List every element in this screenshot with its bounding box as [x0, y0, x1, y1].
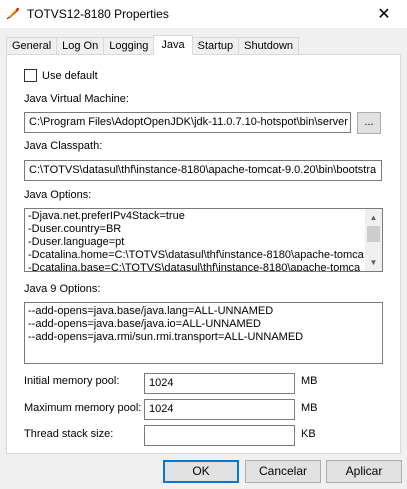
java9-option-line: --add-opens=java.base/java.lang=ALL-UNNA…: [28, 305, 274, 317]
tab-logging[interactable]: Logging: [103, 37, 155, 54]
apply-button[interactable]: Aplicar: [326, 460, 402, 483]
java-option-line: -Duser.country=BR: [28, 223, 122, 235]
cancel-button[interactable]: Cancelar: [245, 460, 321, 483]
java-option-line: -Dcatalina.base=C:\TOTVS\datasul\thf\ins…: [28, 262, 361, 272]
initial-memory-unit: MB: [301, 375, 318, 387]
close-button[interactable]: ✕: [361, 0, 407, 28]
scroll-up-icon[interactable]: ▲: [365, 209, 382, 226]
max-memory-field[interactable]: 1024: [144, 399, 295, 420]
tab-strip: General Log On Logging Java Startup Shut…: [6, 35, 300, 55]
java9-option-line: --add-opens=java.rmi/sun.rmi.transport=A…: [28, 331, 304, 343]
tab-startup[interactable]: Startup: [191, 37, 240, 54]
browse-jvm-button[interactable]: ...: [357, 112, 381, 134]
tab-shutdown[interactable]: Shutdown: [238, 37, 300, 54]
java-option-line: -Dcatalina.home=C:\TOTVS\datasul\thf\ins…: [28, 249, 364, 261]
use-default-checkbox[interactable]: [24, 69, 37, 82]
java9-options-label: Java 9 Options:: [24, 283, 101, 295]
java-option-line: -Djava.net.preferIPv4Stack=true: [28, 210, 185, 222]
feather-app-icon: [6, 7, 20, 20]
tab-log-on[interactable]: Log On: [56, 37, 105, 54]
window-title: TOTVS12-8180 Properties: [27, 7, 169, 21]
title-bar: TOTVS12-8180 Properties ✕: [0, 0, 407, 28]
max-memory-unit: MB: [301, 402, 318, 414]
java-options-label: Java Options:: [24, 189, 92, 201]
tab-general[interactable]: General: [6, 37, 58, 54]
thread-stack-field[interactable]: [144, 425, 295, 446]
classpath-field[interactable]: C:\TOTVS\datasul\thf\instance-8180\apach…: [24, 160, 382, 181]
jvm-path-field[interactable]: C:\Program Files\AdoptOpenJDK\jdk-11.0.7…: [24, 112, 351, 133]
scroll-down-icon[interactable]: ▼: [365, 254, 382, 271]
classpath-label: Java Classpath:: [24, 140, 103, 152]
use-default-label: Use default: [42, 70, 98, 82]
java-options-scrollbar[interactable]: ▲ ▼: [365, 209, 382, 271]
thread-stack-unit: KB: [301, 428, 316, 440]
tab-java[interactable]: Java: [153, 35, 193, 55]
initial-memory-label: Initial memory pool:: [24, 375, 120, 387]
java9-option-line: --add-opens=java.base/java.io=ALL-UNNAME…: [28, 318, 261, 330]
ok-button[interactable]: OK: [163, 460, 239, 483]
close-icon: ✕: [377, 6, 391, 23]
jvm-label: Java Virtual Machine:: [24, 93, 129, 105]
java9-options-textarea[interactable]: --add-opens=java.base/java.lang=ALL-UNNA…: [24, 302, 383, 364]
java-option-line: -Duser.language=pt: [28, 236, 125, 248]
scrollbar-thumb[interactable]: [367, 226, 380, 242]
java-options-textarea[interactable]: -Djava.net.preferIPv4Stack=true -Duser.c…: [24, 208, 383, 272]
initial-memory-field[interactable]: 1024: [144, 373, 295, 394]
max-memory-label: Maximum memory pool:: [24, 402, 142, 414]
thread-stack-label: Thread stack size:: [24, 428, 114, 440]
